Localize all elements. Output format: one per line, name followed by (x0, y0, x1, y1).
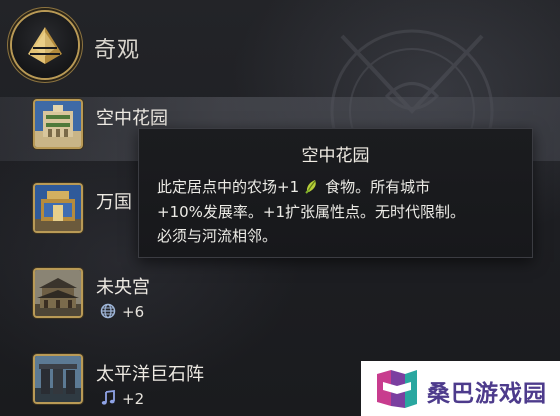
tooltip-line: +10%发展率。+1扩张属性点。无时代限制。 (157, 202, 466, 221)
wonder-row-weiyang-palace[interactable]: 未央宫 +6 (0, 264, 560, 328)
watermark-text: 桑巴游戏园 (427, 381, 547, 407)
tooltip-text: 食物。所有城市 (325, 178, 431, 196)
yield-value: +2 (122, 390, 145, 408)
yield-value: +6 (122, 303, 145, 321)
pyramid-icon (28, 27, 62, 64)
globe-icon (100, 303, 116, 319)
wonder-thumbnail (35, 185, 81, 231)
wonder-thumbnail (35, 356, 81, 402)
watermark-logo-icon (377, 370, 417, 408)
tooltip-description: 此定居点中的农场+1 食物。所有城市 +10%发展率。+1扩张属性点。无时代限制… (157, 175, 519, 249)
wonder-thumbnail (35, 270, 81, 316)
wonder-name: 空中花园 (96, 108, 168, 129)
music-note-icon (101, 390, 115, 405)
wonder-name: 太平洋巨石阵 (96, 364, 204, 385)
tooltip-line: 必须与河流相邻。 (157, 227, 278, 245)
wonder-yield: +6 (100, 303, 144, 321)
watermark: 桑巴游戏园 (361, 361, 560, 416)
tooltip-line: 此定居点中的农场+1 食物。所有城市 (157, 175, 519, 200)
category-icon[interactable] (12, 12, 78, 78)
category-title: 奇观 (94, 38, 141, 63)
wonder-name: 未央宫 (96, 277, 150, 298)
wonder-name: 万国 (96, 192, 132, 213)
wonder-thumbnail (35, 101, 81, 147)
food-icon (305, 180, 316, 194)
wonder-yield: +2 (100, 390, 144, 408)
wonder-tooltip: 空中花园 此定居点中的农场+1 食物。所有城市 +10%发展率。+1扩张属性点。… (138, 128, 533, 258)
tooltip-title: 空中花园 (301, 146, 370, 166)
tooltip-text: 此定居点中的农场+1 (157, 178, 300, 196)
